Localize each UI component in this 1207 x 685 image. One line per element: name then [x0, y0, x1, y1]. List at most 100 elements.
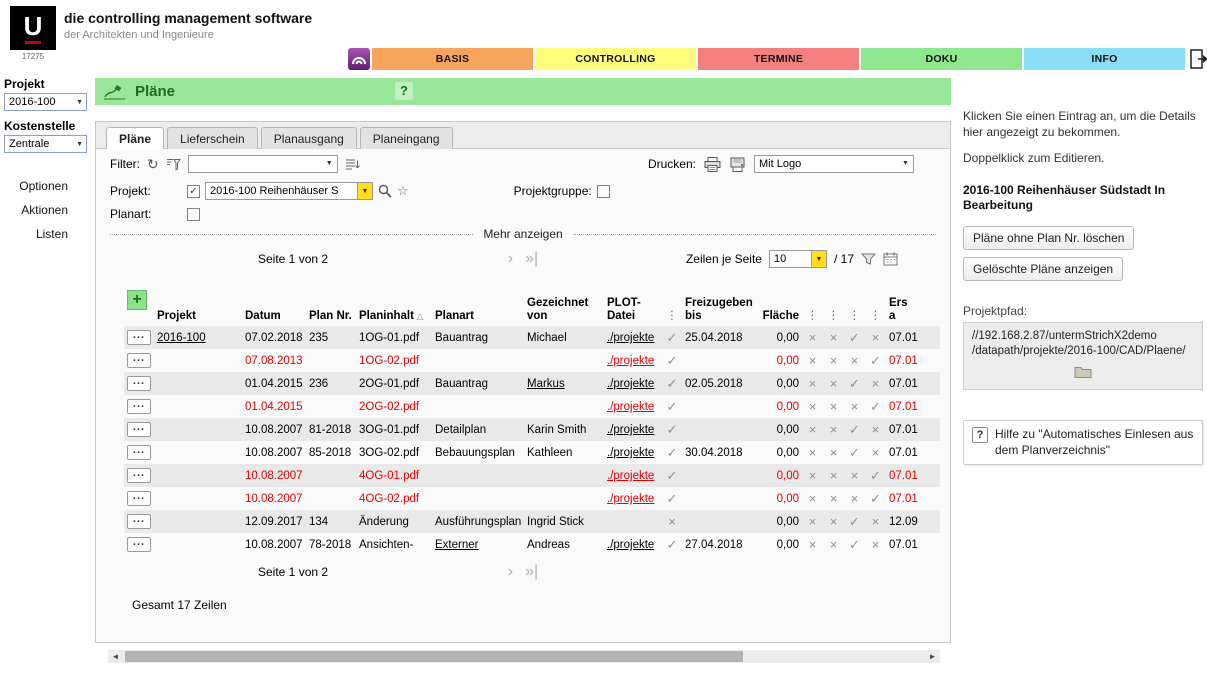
cell-gezeichnet-von[interactable]: [524, 395, 604, 418]
cell-gezeichnet-von[interactable]: Ingrid Stick: [524, 510, 604, 533]
cell-plot-status[interactable]: ✓: [662, 349, 682, 372]
filter-manage-icon[interactable]: [166, 158, 181, 171]
cell-datum[interactable]: 10.08.2007: [242, 487, 306, 510]
cell-mark-4[interactable]: ×: [865, 372, 886, 395]
favorite-star-icon[interactable]: ☆: [397, 184, 409, 198]
cell-flaeche[interactable]: 0,00: [758, 533, 802, 556]
cell-erstellt[interactable]: 07.01: [886, 441, 940, 464]
cell-plot-datei[interactable]: ./projekte: [604, 349, 662, 372]
scroll-right-icon[interactable]: ►: [925, 650, 940, 663]
cell-mark-2[interactable]: ×: [823, 510, 844, 533]
cell-planinhalt[interactable]: Ansichten-: [356, 533, 432, 556]
cell-mark-2[interactable]: ×: [823, 349, 844, 372]
kostenstelle-select[interactable]: Zentrale ▼: [4, 135, 87, 153]
projektgruppe-checkbox[interactable]: [597, 185, 610, 198]
column-header-menu[interactable]: ⋮: [865, 275, 886, 326]
print-icon[interactable]: [704, 157, 721, 172]
cell-plot-datei[interactable]: ./projekte: [604, 326, 662, 349]
cell-plot-datei[interactable]: ./projekte: [604, 487, 662, 510]
cell-datum[interactable]: 07.02.2018: [242, 326, 306, 349]
cell-plan-nr[interactable]: 134: [306, 510, 356, 533]
nav-home-icon[interactable]: [348, 48, 370, 70]
cell-plot-status[interactable]: ✓: [662, 372, 682, 395]
refresh-icon[interactable]: ↻: [147, 157, 159, 171]
cell-mark-3[interactable]: ✓: [844, 372, 865, 395]
cell-plot-status[interactable]: ✓: [662, 441, 682, 464]
row-menu-button[interactable]: ...: [127, 330, 151, 345]
plan-row[interactable]: ...01.04.20152OG-02.pdf./projekte✓0,00××…: [124, 395, 940, 418]
mehr-anzeigen-link[interactable]: Mehr anzeigen: [483, 227, 562, 241]
cell-freizugeben-bis[interactable]: 25.04.2018: [682, 326, 758, 349]
cell-mark-3[interactable]: ✓: [844, 326, 865, 349]
cell-flaeche[interactable]: 0,00: [758, 418, 802, 441]
cell-plot-datei[interactable]: ./projekte: [604, 533, 662, 556]
next-page-icon[interactable]: ›: [508, 565, 513, 579]
cell-planart[interactable]: Bebauungsplan: [432, 441, 524, 464]
cell-planart[interactable]: Externer: [432, 533, 524, 556]
cell-freizugeben-bis[interactable]: [682, 395, 758, 418]
cell-projekt[interactable]: [154, 510, 242, 533]
cell-mark-4[interactable]: ×: [865, 510, 886, 533]
next-page-icon[interactable]: ›: [508, 252, 513, 266]
filter-select[interactable]: ▼: [188, 155, 338, 173]
column-header-planart[interactable]: Planart: [432, 275, 524, 326]
help-box[interactable]: ? Hilfe zu "Automatisches Einlesen aus d…: [963, 420, 1203, 465]
cell-mark-3[interactable]: ×: [844, 464, 865, 487]
cell-mark-4[interactable]: ✓: [865, 464, 886, 487]
cell-planinhalt[interactable]: 1OG-02.pdf: [356, 349, 432, 372]
cell-mark-2[interactable]: ×: [823, 326, 844, 349]
row-menu-button[interactable]: ...: [127, 445, 151, 460]
cell-plot-datei[interactable]: ./projekte: [604, 464, 662, 487]
cell-mark-2[interactable]: ×: [823, 372, 844, 395]
cell-flaeche[interactable]: 0,00: [758, 487, 802, 510]
cell-mark-4[interactable]: ✓: [865, 487, 886, 510]
nav-tab-info[interactable]: INFO: [1024, 48, 1185, 70]
cell-plot-status[interactable]: ✓: [662, 464, 682, 487]
cell-gezeichnet-von[interactable]: Markus: [524, 372, 604, 395]
cell-datum[interactable]: 10.08.2007: [242, 441, 306, 464]
cell-mark-1[interactable]: ×: [802, 487, 823, 510]
cell-planart[interactable]: [432, 487, 524, 510]
cell-plan-nr[interactable]: 78-2018: [306, 533, 356, 556]
cell-mark-3[interactable]: ✓: [844, 418, 865, 441]
plan-row[interactable]: ...10.08.200781-20183OG-01.pdfDetailplan…: [124, 418, 940, 441]
cell-freizugeben-bis[interactable]: [682, 464, 758, 487]
cell-plan-nr[interactable]: [306, 464, 356, 487]
nav-tab-termine[interactable]: TERMINE: [698, 48, 859, 70]
filter-edit-icon[interactable]: [345, 158, 360, 171]
cell-plot-datei[interactable]: ./projekte: [604, 418, 662, 441]
plan-row[interactable]: ...10.08.200785-20183OG-02.pdfBebauungsp…: [124, 441, 940, 464]
cell-mark-1[interactable]: ×: [802, 326, 823, 349]
cell-plot-datei[interactable]: ./projekte: [604, 372, 662, 395]
cell-gezeichnet-von[interactable]: Andreas: [524, 533, 604, 556]
cell-gezeichnet-von[interactable]: [524, 349, 604, 372]
projekt-value-select[interactable]: 2016-100 Reihenhäuser S ▼: [205, 182, 373, 200]
cell-flaeche[interactable]: 0,00: [758, 464, 802, 487]
row-menu-button[interactable]: ...: [127, 514, 151, 529]
cell-plot-datei[interactable]: [604, 510, 662, 533]
cell-plan-nr[interactable]: 81-2018: [306, 418, 356, 441]
cell-flaeche[interactable]: 0,00: [758, 326, 802, 349]
cell-gezeichnet-von[interactable]: [524, 464, 604, 487]
plan-row[interactable]: ...10.08.20074OG-02.pdf./projekte✓0,00××…: [124, 487, 940, 510]
cell-plot-datei[interactable]: ./projekte: [604, 441, 662, 464]
cell-projekt[interactable]: [154, 395, 242, 418]
cell-planart[interactable]: [432, 349, 524, 372]
row-menu-button[interactable]: ...: [127, 422, 151, 437]
cell-projekt[interactable]: [154, 349, 242, 372]
cell-projekt[interactable]: 2016-100: [154, 326, 242, 349]
tab-planeingang[interactable]: Planeingang: [360, 127, 453, 149]
cell-gezeichnet-von[interactable]: [524, 487, 604, 510]
cell-planart[interactable]: [432, 464, 524, 487]
cell-plot-status[interactable]: ✓: [662, 395, 682, 418]
logo-select[interactable]: Mit Logo ▼: [754, 155, 914, 173]
column-header-menu[interactable]: ⋮: [823, 275, 844, 326]
cell-flaeche[interactable]: 0,00: [758, 441, 802, 464]
plan-row[interactable]: ...2016-10007.02.20182351OG-01.pdfBauant…: [124, 326, 940, 349]
cell-mark-1[interactable]: ×: [802, 464, 823, 487]
cell-mark-1[interactable]: ×: [802, 395, 823, 418]
column-header-gezeichnet-von[interactable]: Gezeichnet von: [524, 275, 604, 326]
cell-freizugeben-bis[interactable]: 27.04.2018: [682, 533, 758, 556]
tab-planausgang[interactable]: Planausgang: [261, 127, 357, 149]
cell-plan-nr[interactable]: 85-2018: [306, 441, 356, 464]
